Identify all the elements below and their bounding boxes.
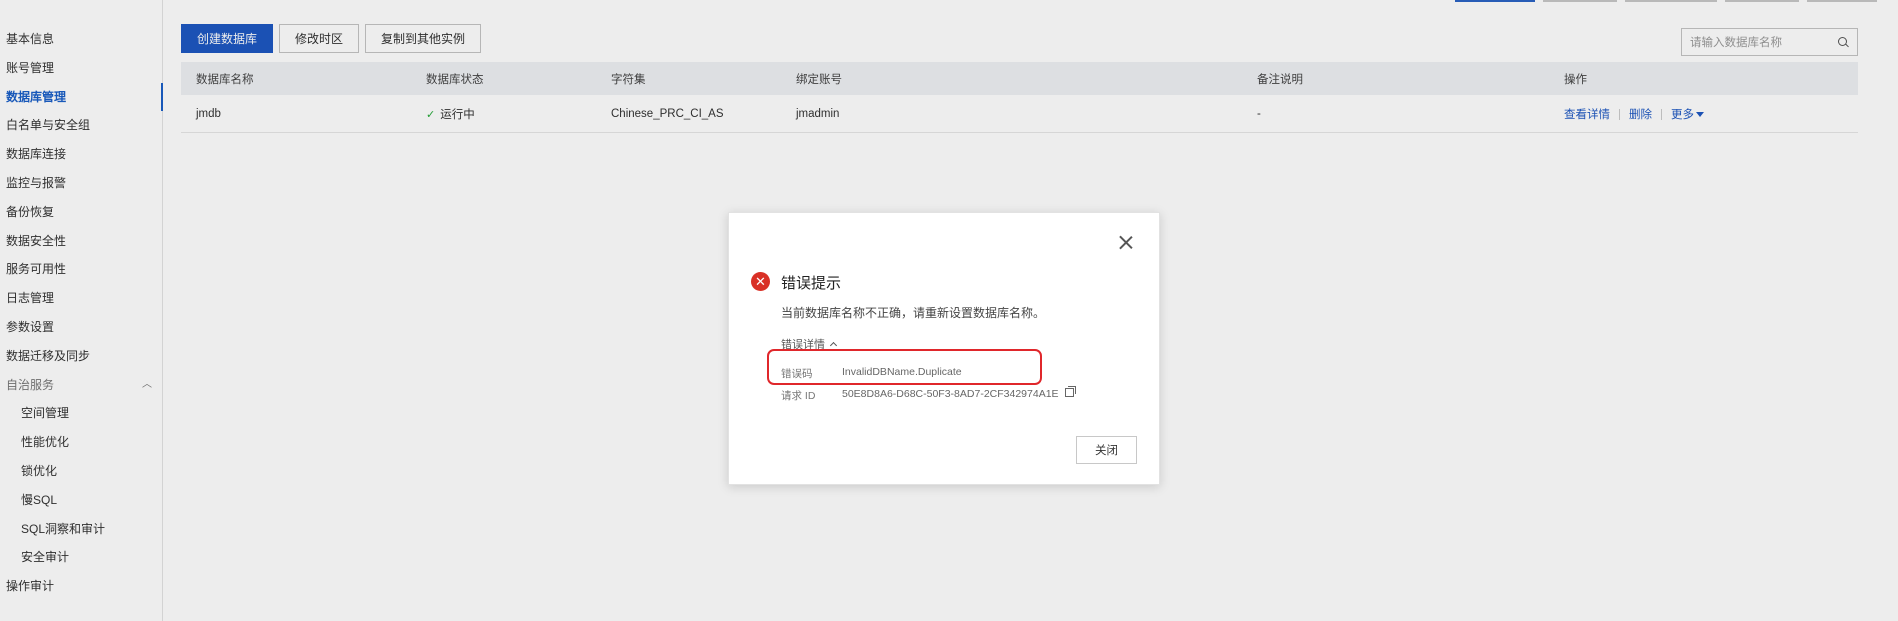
- dialog-title: 错误提示: [781, 275, 842, 292]
- close-button[interactable]: 关闭: [1076, 436, 1137, 464]
- dialog-message: 当前数据库名称不正确，请重新设置数据库名称。: [781, 306, 1046, 320]
- error-code-row: 错误码 InvalidDBName.Duplicate: [781, 366, 962, 381]
- request-id-value: 50E8D8A6-D68C-50F3-8AD7-2CF342974A1E: [842, 388, 1059, 400]
- close-icon[interactable]: [1119, 235, 1133, 249]
- request-id-label: 请求 ID: [781, 390, 816, 402]
- request-id-row: 请求 ID 50E8D8A6-D68C-50F3-8AD7-2CF342974A…: [781, 386, 1076, 403]
- copy-icon[interactable]: [1064, 386, 1076, 397]
- error-icon: ✕: [751, 272, 770, 291]
- error-code-value: InvalidDBName.Duplicate: [842, 366, 962, 378]
- error-code-label: 错误码: [781, 368, 813, 380]
- chevron-up-icon: [829, 341, 838, 350]
- error-dialog: ✕ 错误提示 当前数据库名称不正确，请重新设置数据库名称。 错误详情 错误码 I…: [728, 212, 1160, 485]
